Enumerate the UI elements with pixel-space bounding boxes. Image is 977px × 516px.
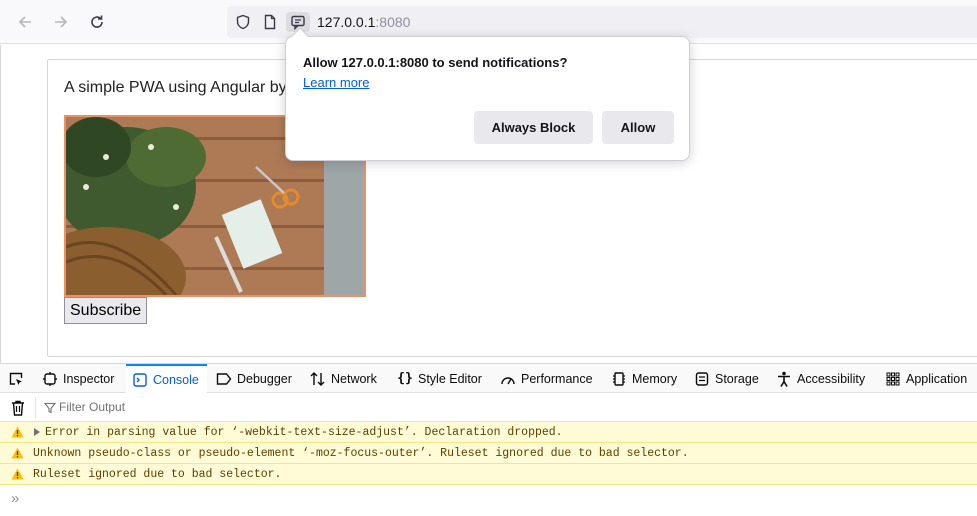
console-icon — [132, 372, 148, 388]
tab-memory[interactable]: Memory — [611, 364, 677, 393]
element-picker-icon — [9, 372, 23, 385]
console-message-text: Ruleset ignored due to bad selector. — [33, 468, 282, 481]
tab-style-editor[interactable]: {} Style Editor — [397, 364, 482, 393]
element-picker-button[interactable] — [6, 369, 26, 389]
warning-icon — [11, 426, 24, 438]
tab-label: Memory — [632, 371, 678, 386]
url-port: :8080 — [375, 14, 411, 30]
devtools-panel: Inspector Console Debugger Network {} St… — [0, 363, 977, 516]
page-headline: A simple PWA using Angular by — [64, 79, 287, 96]
back-arrow-icon — [18, 16, 31, 28]
warning-icon — [11, 468, 24, 480]
network-icon — [310, 371, 326, 387]
tracking-protection-shield-icon[interactable] — [233, 12, 253, 32]
console-filter-bar: Filter Output — [0, 394, 977, 422]
style-editor-icon: {} — [397, 371, 413, 386]
console-warning-row[interactable]: Ruleset ignored due to bad selector. — [0, 464, 977, 485]
tab-label: Inspector — [63, 371, 115, 386]
warning-icon — [11, 447, 24, 459]
tab-application[interactable]: Application — [885, 364, 967, 393]
memory-icon — [611, 371, 627, 387]
application-icon — [885, 371, 901, 387]
always-block-button[interactable]: Always Block — [474, 111, 593, 144]
page-info-icon[interactable] — [260, 12, 280, 32]
tab-label: Style Editor — [418, 371, 482, 386]
reload-button[interactable] — [83, 8, 111, 36]
tab-label: Application — [906, 371, 968, 386]
devtools-tabbar: Inspector Console Debugger Network {} St… — [0, 364, 977, 393]
console-warning-row[interactable]: Error in parsing value for ‘-webkit-text… — [0, 422, 977, 443]
forward-arrow-icon — [55, 16, 68, 28]
url-bar[interactable]: 127.0.0.1:8080 — [227, 6, 977, 38]
tab-inspector[interactable]: Inspector — [42, 364, 114, 393]
tab-label: Storage — [715, 371, 759, 386]
clear-console-button[interactable] — [9, 399, 27, 417]
tab-debugger[interactable]: Debugger — [216, 364, 292, 393]
filter-divider — [35, 398, 36, 418]
tab-storage[interactable]: Storage — [694, 364, 759, 393]
url-host: 127.0.0.1 — [317, 14, 376, 30]
tab-console[interactable]: Console — [126, 364, 207, 393]
expand-arrow-icon[interactable] — [34, 428, 40, 436]
inspector-icon — [42, 371, 58, 387]
tab-label: Network — [331, 371, 377, 386]
tab-accessibility[interactable]: Accessibility — [776, 364, 865, 393]
url-text[interactable]: 127.0.0.1:8080 — [317, 14, 410, 30]
tab-label: Performance — [521, 371, 593, 386]
subscribe-button[interactable]: Subscribe — [64, 297, 148, 324]
console-messages: Error in parsing value for ‘-webkit-text… — [0, 422, 977, 485]
popup-message: Allow 127.0.0.1:8080 to send notificatio… — [303, 55, 568, 70]
performance-icon — [500, 371, 516, 387]
console-input-prompt[interactable]: » — [11, 490, 19, 507]
tab-label: Accessibility — [797, 371, 866, 386]
reload-icon — [91, 15, 103, 28]
back-button[interactable] — [11, 8, 39, 36]
debugger-icon — [216, 371, 232, 387]
allow-button[interactable]: Allow — [602, 111, 674, 144]
console-message-text: Error in parsing value for ‘-webkit-text… — [45, 426, 563, 439]
accessibility-icon — [776, 371, 792, 387]
trash-icon — [12, 400, 24, 416]
tab-label: Debugger — [237, 371, 292, 386]
tab-network[interactable]: Network — [310, 364, 377, 393]
console-warning-row[interactable]: Unknown pseudo-class or pseudo-element ‘… — [0, 443, 977, 464]
filter-output-input[interactable]: Filter Output — [59, 400, 125, 414]
storage-icon — [694, 371, 710, 387]
tab-performance[interactable]: Performance — [500, 364, 593, 393]
learn-more-link[interactable]: Learn more — [303, 75, 369, 90]
notification-permission-popup: Allow 127.0.0.1:8080 to send notificatio… — [285, 27, 690, 161]
console-message-text: Unknown pseudo-class or pseudo-element ‘… — [33, 447, 689, 460]
tab-label: Console — [153, 372, 199, 387]
forward-button[interactable] — [47, 8, 75, 36]
filter-icon — [44, 402, 56, 414]
